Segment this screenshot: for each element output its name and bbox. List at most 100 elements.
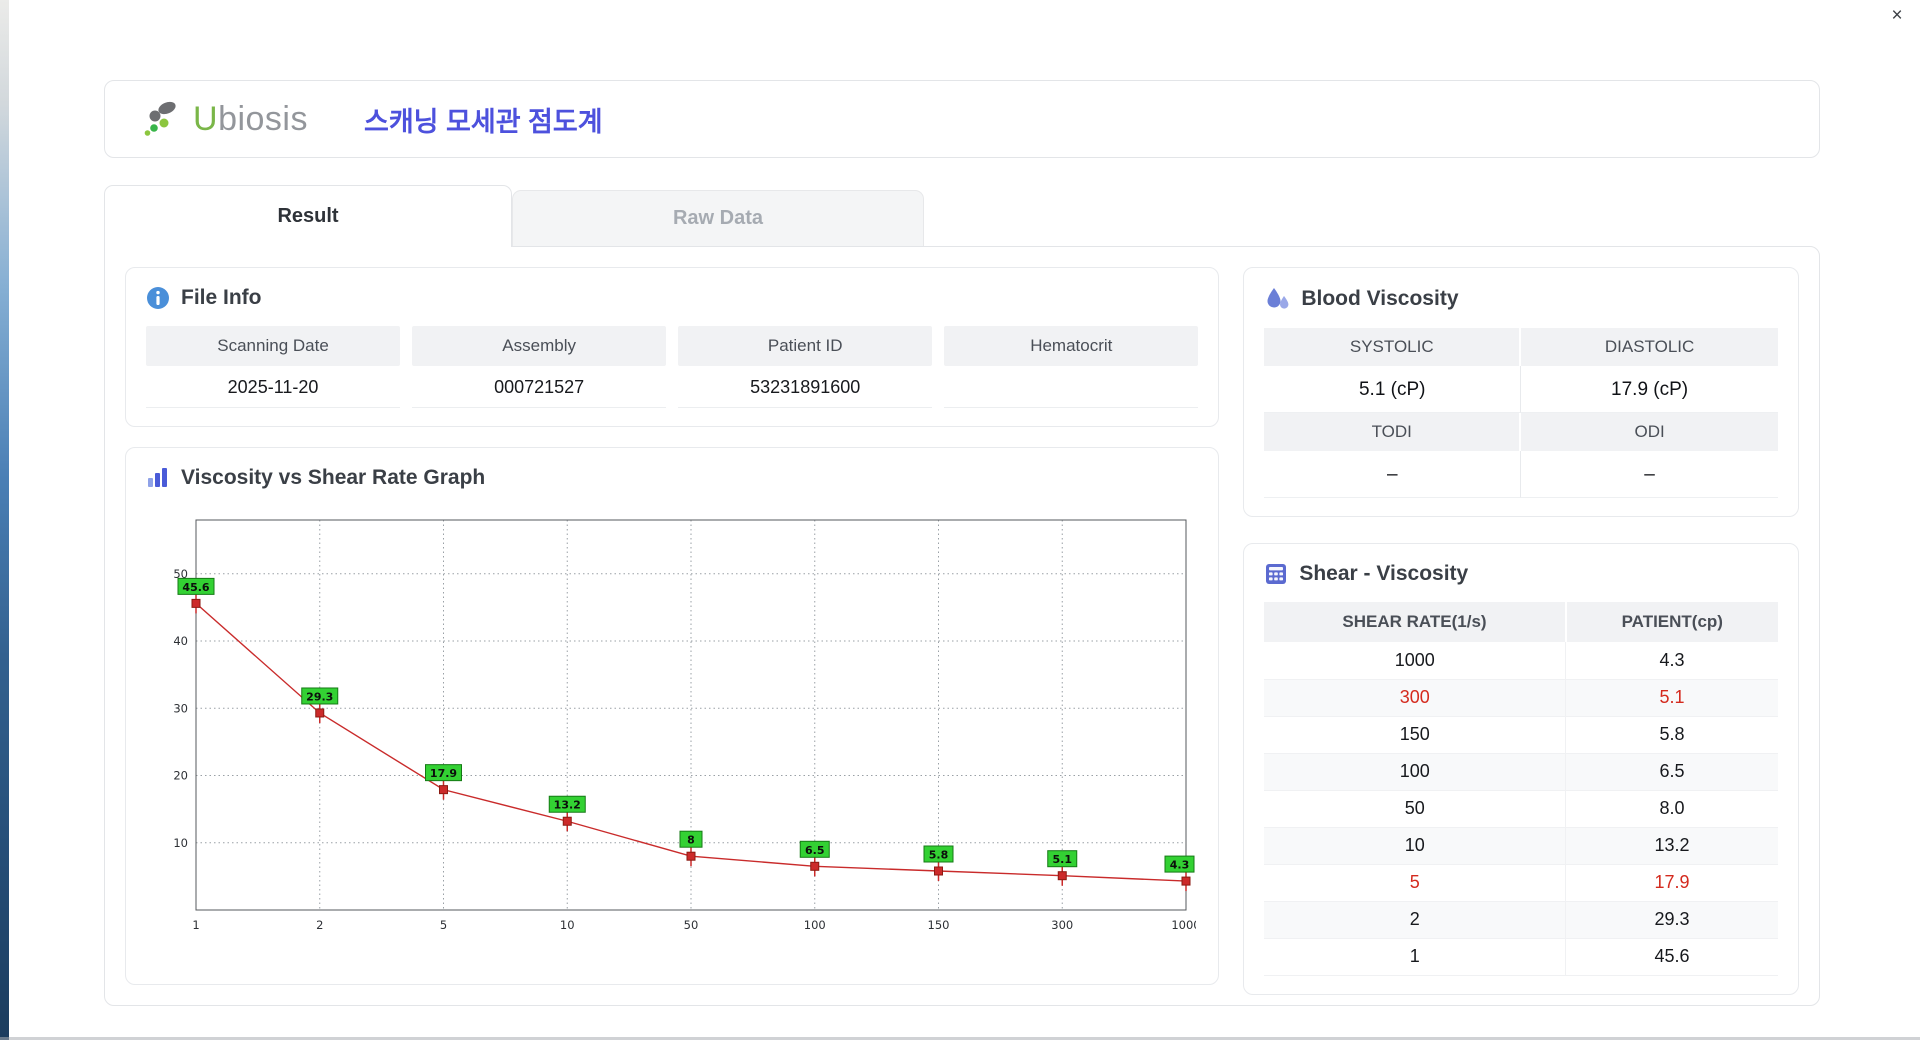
droplets-icon [1264, 286, 1290, 312]
field-hematocrit: Hematocrit [944, 326, 1199, 408]
svg-text:8: 8 [687, 834, 695, 847]
svg-text:29.3: 29.3 [306, 690, 333, 703]
svg-text:5.8: 5.8 [929, 849, 949, 862]
shear-rate-cell: 1000 [1264, 642, 1567, 680]
table-row: 10 13.2 [1264, 827, 1778, 865]
field-patient-id: Patient ID 53231891600 [678, 326, 933, 408]
odi-label: ODI [1521, 413, 1778, 451]
field-value [944, 366, 1199, 408]
svg-text:1: 1 [192, 918, 199, 932]
svg-text:17.9: 17.9 [430, 767, 457, 780]
svg-text:6.5: 6.5 [805, 844, 825, 857]
shear-rate-cell: 2 [1264, 901, 1567, 939]
diastolic-value: 17.9 (cP) [1521, 366, 1778, 413]
chart-area: 10203040501251050100150300100045.629.317… [146, 506, 1198, 962]
shear-rate-column-header: SHEAR RATE(1/s) [1264, 602, 1567, 642]
table-row: 2 29.3 [1264, 901, 1778, 939]
table-row: 100 6.5 [1264, 753, 1778, 791]
shear-rate-cell: 150 [1264, 716, 1567, 754]
logo-text: Ubiosis [193, 100, 308, 139]
svg-text:2: 2 [316, 918, 323, 932]
svg-text:30: 30 [173, 701, 188, 715]
result-panel: File Info Scanning Date 2025-11-20 Assem… [104, 246, 1820, 1006]
bar-chart-icon [146, 466, 170, 490]
right-column: Blood Viscosity SYSTOLIC DIASTOLIC 5.1 (… [1243, 267, 1799, 995]
graph-title: Viscosity vs Shear Rate Graph [181, 466, 486, 489]
field-scanning-date: Scanning Date 2025-11-20 [146, 326, 401, 408]
patient-viscosity-cell: 6.5 [1565, 753, 1778, 791]
svg-text:5: 5 [440, 918, 447, 932]
svg-text:100: 100 [804, 918, 826, 932]
tab-raw-data[interactable]: Raw Data [512, 190, 924, 246]
svg-text:40: 40 [173, 634, 188, 648]
graph-card: Viscosity vs Shear Rate Graph 10 20 30 40 50… [125, 447, 1220, 985]
tabs: Result Raw Data [104, 184, 1820, 247]
svg-text:10: 10 [173, 836, 188, 850]
shear-rate-cell: 1 [1264, 938, 1567, 976]
field-value: 2025-11-20 [146, 366, 401, 408]
patient-viscosity-cell: 45.6 [1565, 938, 1778, 976]
info-icon [146, 286, 170, 310]
todi-value: – [1264, 451, 1522, 498]
svg-text:50: 50 [684, 918, 699, 932]
shear-viscosity-title: Shear - Viscosity [1299, 562, 1469, 585]
svg-text:5.1: 5.1 [1053, 853, 1073, 866]
field-value: 53231891600 [678, 366, 933, 408]
desktop-background-sliver [0, 0, 9, 1040]
ubiosis-logo: Ubiosis [143, 99, 308, 139]
logo-dots-icon [143, 99, 185, 139]
svg-text:13.2: 13.2 [554, 799, 581, 812]
shear-rate-cell: 10 [1264, 827, 1567, 865]
blood-viscosity-title: Blood Viscosity [1301, 287, 1459, 310]
blood-viscosity-grid: SYSTOLIC DIASTOLIC 5.1 (cP) 17.9 (cP) TO… [1264, 328, 1778, 498]
left-column: File Info Scanning Date 2025-11-20 Assem… [125, 267, 1220, 985]
table-header-row: SHEAR RATE(1/s) PATIENT(cp) [1264, 602, 1778, 642]
todi-label: TODI [1264, 413, 1522, 451]
svg-text:45.6: 45.6 [182, 581, 209, 594]
svg-text:10: 10 [560, 918, 575, 932]
patient-viscosity-cell: 8.0 [1565, 790, 1778, 828]
close-icon[interactable]: × [1884, 3, 1910, 29]
blood-viscosity-card: Blood Viscosity SYSTOLIC DIASTOLIC 5.1 (… [1243, 267, 1799, 517]
field-value: 000721527 [412, 366, 667, 408]
tab-result[interactable]: Result [104, 185, 512, 247]
shear-viscosity-card: Shear - Viscosity SHEAR RATE(1/s) PATIEN… [1243, 543, 1799, 995]
table-row: 50 8.0 [1264, 790, 1778, 828]
field-label: Hematocrit [944, 326, 1199, 366]
patient-viscosity-cell: 5.1 [1565, 679, 1778, 717]
shear-rate-cell: 100 [1264, 753, 1567, 791]
shear-rate-cell: 300 [1264, 679, 1567, 717]
diastolic-label: DIASTOLIC [1521, 328, 1778, 366]
table-row: 1 45.6 [1264, 938, 1778, 976]
page-title: 스캐닝 모세관 점도계 [364, 106, 603, 137]
field-label: Patient ID [678, 326, 933, 366]
shear-rate-cell: 50 [1264, 790, 1567, 828]
file-info-grid: Scanning Date 2025-11-20 Assembly 000721… [146, 326, 1199, 408]
table-row: 5 17.9 [1264, 864, 1778, 902]
main-content: Ubiosis 스캐닝 모세관 점도계 Result Raw Data File… [104, 80, 1820, 1006]
systolic-value: 5.1 (cP) [1264, 366, 1522, 413]
file-info-title: File Info [181, 286, 262, 309]
shear-table-body: 1000 4.3 300 5.1 150 5.8 100 6.5 50 8.0 10 13.2 5 17.… [1264, 642, 1778, 976]
logo-u: U [193, 99, 219, 138]
shear-rate-cell: 5 [1264, 864, 1567, 902]
table-row: 150 5.8 [1264, 716, 1778, 754]
shear-viscosity-table: SHEAR RATE(1/s) PATIENT(cp) 1000 4.3 300 5.… [1264, 602, 1778, 976]
logo-rest: biosis [218, 99, 308, 138]
patient-viscosity-cell: 29.3 [1565, 901, 1778, 939]
svg-text:4.3: 4.3 [1170, 859, 1190, 872]
patient-column-header: PATIENT(cp) [1565, 602, 1778, 642]
field-label: Assembly [412, 326, 667, 366]
patient-viscosity-cell: 13.2 [1565, 827, 1778, 865]
field-assembly: Assembly 000721527 [412, 326, 667, 408]
svg-text:20: 20 [173, 769, 188, 783]
viscosity-chart: 10203040501251050100150300100045.629.317… [173, 519, 1196, 932]
patient-viscosity-cell: 17.9 [1565, 864, 1778, 902]
patient-viscosity-cell: 4.3 [1565, 642, 1778, 680]
field-label: Scanning Date [146, 326, 401, 366]
file-info-card: File Info Scanning Date 2025-11-20 Assem… [125, 267, 1220, 427]
odi-value: – [1521, 451, 1778, 498]
grid-table-icon [1264, 562, 1288, 586]
header: Ubiosis 스캐닝 모세관 점도계 [104, 80, 1820, 158]
svg-text:1000: 1000 [1171, 918, 1196, 932]
